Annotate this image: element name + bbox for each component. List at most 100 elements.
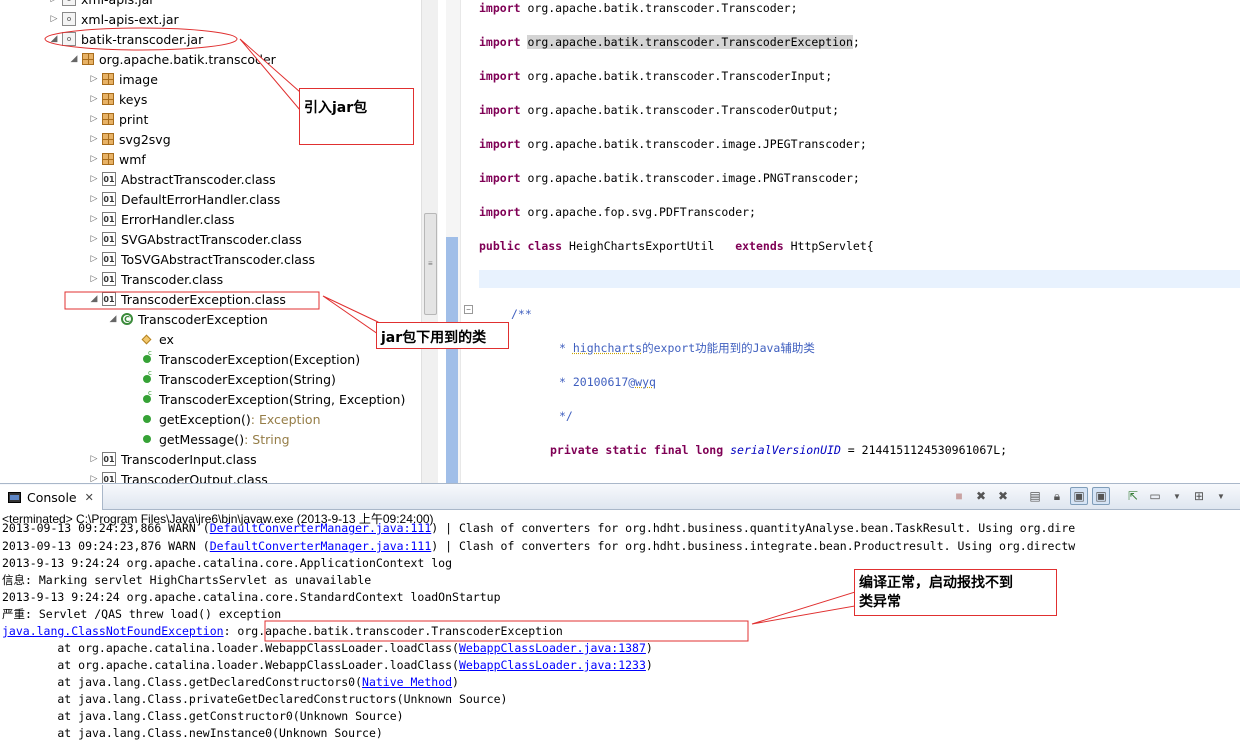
tree-item-label: AbstractTranscoder.class [121, 171, 276, 187]
jar-icon: o [62, 12, 76, 26]
java-editor[interactable]: import org.apache.batik.transcoder.Trans… [461, 0, 1240, 483]
source-link[interactable]: WebappClassLoader.java:1387 [459, 641, 646, 655]
tree-item-label: org.apache.batik.transcoder [99, 51, 276, 67]
tree-item[interactable]: ◢ C TranscoderException [107, 309, 268, 329]
tree-item[interactable]: ◢ o batik-transcoder.jar [48, 29, 204, 49]
code-line-import-7: import org.apache.fop.svg.PDFTranscoder; [479, 205, 756, 219]
tree-item[interactable]: ▷ 01 Transcoder.class [88, 269, 224, 289]
package-icon [102, 93, 114, 105]
collapsed-arrow-icon[interactable]: ▷ [88, 74, 100, 84]
tree-item-label: Transcoder.class [121, 271, 224, 287]
open-console-icon[interactable]: ⊞ [1190, 487, 1208, 505]
source-link[interactable]: WebappClassLoader.java:1233 [459, 658, 646, 672]
console-line: 2013-09-13 09:24:23,866 WARN (DefaultCon… [2, 521, 1076, 535]
tree-item[interactable]: ▷ print [88, 109, 149, 129]
pin-console-icon[interactable]: ⇱ [1124, 487, 1142, 505]
tree-item[interactable]: TranscoderException(Exception) [126, 349, 360, 369]
collapsed-arrow-icon[interactable]: ▷ [48, 0, 60, 4]
chevron-down-icon[interactable]: ▼ [1212, 487, 1230, 505]
tree-item-label: SVGAbstractTranscoder.class [121, 231, 302, 247]
source-link[interactable]: DefaultConverterManager.java:111 [210, 521, 432, 535]
expanded-arrow-icon[interactable]: ◢ [48, 34, 60, 44]
tree-item[interactable]: ◢ org.apache.batik.transcoder [68, 49, 276, 69]
collapsed-arrow-icon[interactable]: ▷ [88, 474, 100, 483]
scroll-lock-icon[interactable]: 🔒︎ [1048, 487, 1066, 505]
code-line-comment-close: */ [559, 409, 573, 423]
tree-item[interactable]: ▷o xml-apis.jar [48, 0, 154, 9]
constructor-icon [143, 389, 152, 403]
source-link[interactable]: Native Method [362, 675, 452, 689]
console-output[interactable]: <terminated> C:\Program Files\Java\jre6\… [0, 511, 1240, 746]
terminate-icon[interactable]: ■ [950, 487, 968, 505]
code-line-class-decl: public class HeighChartsExportUtil exten… [479, 239, 874, 253]
collapsed-arrow-icon[interactable]: ▷ [88, 214, 100, 224]
tree-item-label: xml-apis.jar [81, 0, 154, 7]
expanded-arrow-icon[interactable]: ◢ [68, 54, 80, 64]
tree-item-type: : String [244, 431, 290, 447]
code-line-comment-1: * highcharts的export功能用到的Java辅助类 [559, 341, 815, 355]
chevron-down-icon[interactable]: ▼ [1168, 487, 1186, 505]
collapsed-arrow-icon[interactable]: ▷ [88, 234, 100, 244]
exception-class: org.apache.batik.transcoder.TranscoderEx… [237, 624, 563, 638]
tree-item[interactable]: ex [126, 329, 174, 349]
close-icon[interactable]: ✕ [85, 491, 94, 504]
tree-item-label: svg2svg [119, 131, 171, 147]
tree-item[interactable]: ▷ 01 AbstractTranscoder.class [88, 169, 276, 189]
tree-item-label: batik-transcoder.jar [81, 31, 204, 47]
stack-line: at java.lang.Class.newInstance0(Unknown … [2, 726, 383, 740]
tree-item[interactable]: ◢ 01 TranscoderException.class [88, 289, 286, 309]
package-icon [102, 73, 114, 85]
tree-item-label: print [119, 111, 149, 127]
console-tab-label: Console [27, 490, 77, 505]
tree-item[interactable]: ▷ 01 ErrorHandler.class [88, 209, 235, 229]
exception-link[interactable]: java.lang.ClassNotFoundException [2, 624, 224, 638]
show-on-stderr-icon[interactable]: ▣ [1092, 487, 1110, 505]
tree-item[interactable]: TranscoderException(String, Exception) [126, 389, 405, 409]
collapsed-arrow-icon[interactable]: ▷ [88, 134, 100, 144]
stack-line: at java.lang.Class.getDeclaredConstructo… [2, 675, 459, 689]
clear-console-icon[interactable]: ▤ [1026, 487, 1044, 505]
tree-item[interactable]: ▷ 01 TranscoderOutput.class [88, 469, 268, 483]
class-annotation: jar包下用到的类 [376, 322, 509, 349]
tree-item-type: : Exception [250, 411, 321, 427]
collapsed-arrow-icon[interactable]: ▷ [48, 14, 60, 24]
tree-item-label: getException() [159, 411, 251, 427]
tree-item[interactable]: ▷ keys [88, 89, 148, 109]
class-file-icon: 01 [102, 272, 116, 286]
tree-item[interactable]: ▷ o xml-apis-ext.jar [48, 9, 179, 29]
tree-item-label: ToSVGAbstractTranscoder.class [121, 251, 315, 267]
collapsed-arrow-icon[interactable]: ▷ [88, 194, 100, 204]
expanded-arrow-icon[interactable]: ◢ [107, 314, 119, 324]
tree-item[interactable]: ▷ svg2svg [88, 129, 171, 149]
tree-item[interactable]: getMessage() : String [126, 429, 290, 449]
tree-scrollbar-thumb[interactable]: ≡ [424, 213, 437, 315]
tree-item[interactable]: ▷ 01 ToSVGAbstractTranscoder.class [88, 249, 315, 269]
collapsed-arrow-icon[interactable]: ▷ [88, 154, 100, 164]
tree-item-label: DefaultErrorHandler.class [121, 191, 281, 207]
console-exception-line: java.lang.ClassNotFoundException: org.ap… [2, 624, 563, 638]
collapsed-arrow-icon[interactable]: ▷ [88, 94, 100, 104]
console-tab[interactable]: Console ✕ [0, 485, 103, 510]
collapsed-arrow-icon[interactable]: ▷ [88, 114, 100, 124]
collapsed-arrow-icon[interactable]: ▷ [88, 454, 100, 464]
tree-item[interactable]: ▷ 01 SVGAbstractTranscoder.class [88, 229, 302, 249]
tree-item[interactable]: getException() : Exception [126, 409, 321, 429]
class-file-icon: 01 [102, 472, 116, 483]
tree-item[interactable]: ▷ 01 TranscoderInput.class [88, 449, 257, 469]
tree-scrollbar[interactable]: ≡ [421, 0, 438, 483]
tree-item[interactable]: ▷ image [88, 69, 158, 89]
show-on-stdout-icon[interactable]: ▣ [1070, 487, 1088, 505]
tree-item-label: ErrorHandler.class [121, 211, 235, 227]
tree-item[interactable]: ▷ wmf [88, 149, 146, 169]
tree-item[interactable]: TranscoderException(String) [126, 369, 336, 389]
collapsed-arrow-icon[interactable]: ▷ [88, 174, 100, 184]
source-link[interactable]: DefaultConverterManager.java:111 [210, 539, 432, 553]
collapsed-arrow-icon[interactable]: ▷ [88, 274, 100, 284]
expanded-arrow-icon[interactable]: ◢ [88, 294, 100, 304]
display-console-icon[interactable]: ▭ [1146, 487, 1164, 505]
remove-launch-icon[interactable]: ✖ [972, 487, 990, 505]
remove-all-launches-icon[interactable]: ✖ [994, 487, 1012, 505]
collapsed-arrow-icon[interactable]: ▷ [88, 254, 100, 264]
stack-line: at org.apache.catalina.loader.WebappClas… [2, 641, 653, 655]
tree-item[interactable]: ▷ 01 DefaultErrorHandler.class [88, 189, 281, 209]
